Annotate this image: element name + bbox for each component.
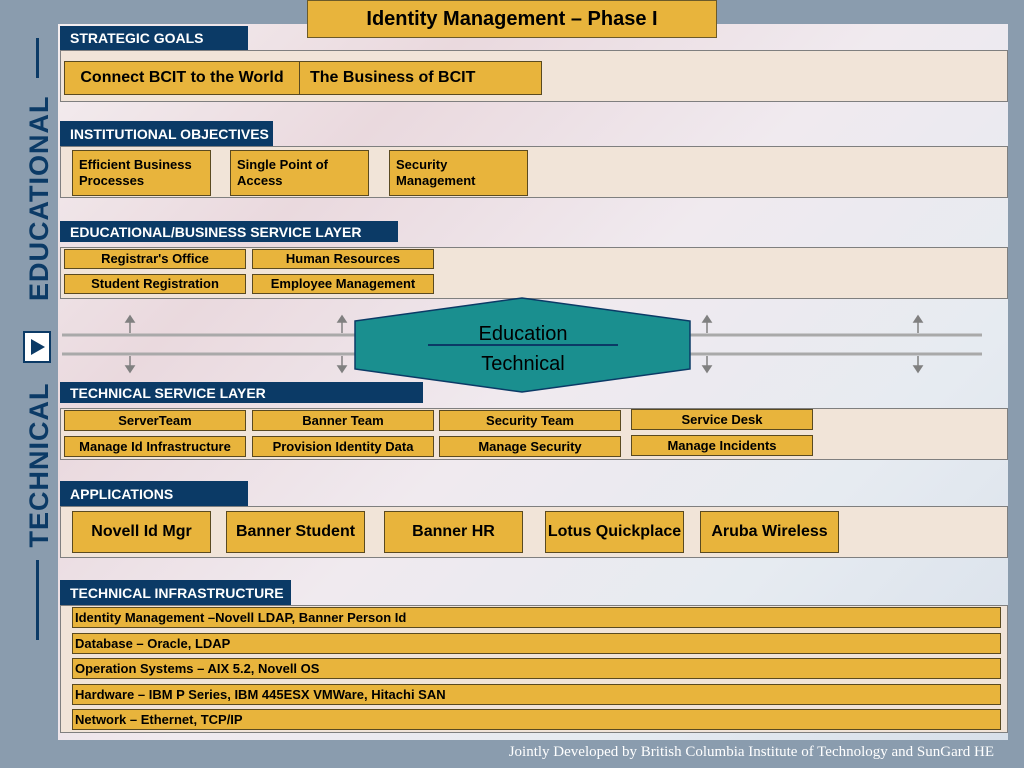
infrastructure-row[interactable]: Operation Systems – AIX 5.2, Novell OS	[72, 658, 1001, 679]
bridge-label-education: Education	[478, 323, 568, 345]
bridge-label-technical: Technical	[481, 353, 565, 375]
team-box[interactable]: Security Team	[439, 410, 621, 431]
team-box[interactable]: Banner Team	[252, 410, 434, 431]
application-box[interactable]: Banner HR	[384, 511, 523, 553]
team-box[interactable]: Manage Security	[439, 436, 621, 457]
section-header-applications: APPLICATIONS	[60, 481, 248, 506]
section-header-technical-service-layer: TECHNICAL SERVICE LAYER	[60, 382, 423, 403]
team-box[interactable]: Service Desk	[631, 409, 813, 430]
application-box[interactable]: Banner Student	[226, 511, 365, 553]
application-box[interactable]: Lotus Quickplace	[545, 511, 684, 553]
footer-credit: Jointly Developed by British Columbia In…	[508, 744, 994, 760]
infrastructure-row[interactable]: Database – Oracle, LDAP	[72, 633, 1001, 654]
infrastructure-row[interactable]: Identity Management –Novell LDAP, Banner…	[72, 607, 1001, 628]
infrastructure-row[interactable]: Network – Ethernet, TCP/IP	[72, 709, 1001, 730]
team-box[interactable]: Manage Incidents	[631, 435, 813, 456]
section-header-technical-infrastructure: TECHNICAL INFRASTRUCTURE	[60, 580, 291, 605]
team-box[interactable]: Manage Id Infrastructure	[64, 436, 246, 457]
infrastructure-row[interactable]: Hardware – IBM P Series, IBM 445ESX VMWa…	[72, 684, 1001, 705]
team-box[interactable]: Provision Identity Data	[252, 436, 434, 457]
application-box[interactable]: Novell Id Mgr	[72, 511, 211, 553]
application-box[interactable]: Aruba Wireless	[700, 511, 839, 553]
team-box[interactable]: ServerTeam	[64, 410, 246, 431]
